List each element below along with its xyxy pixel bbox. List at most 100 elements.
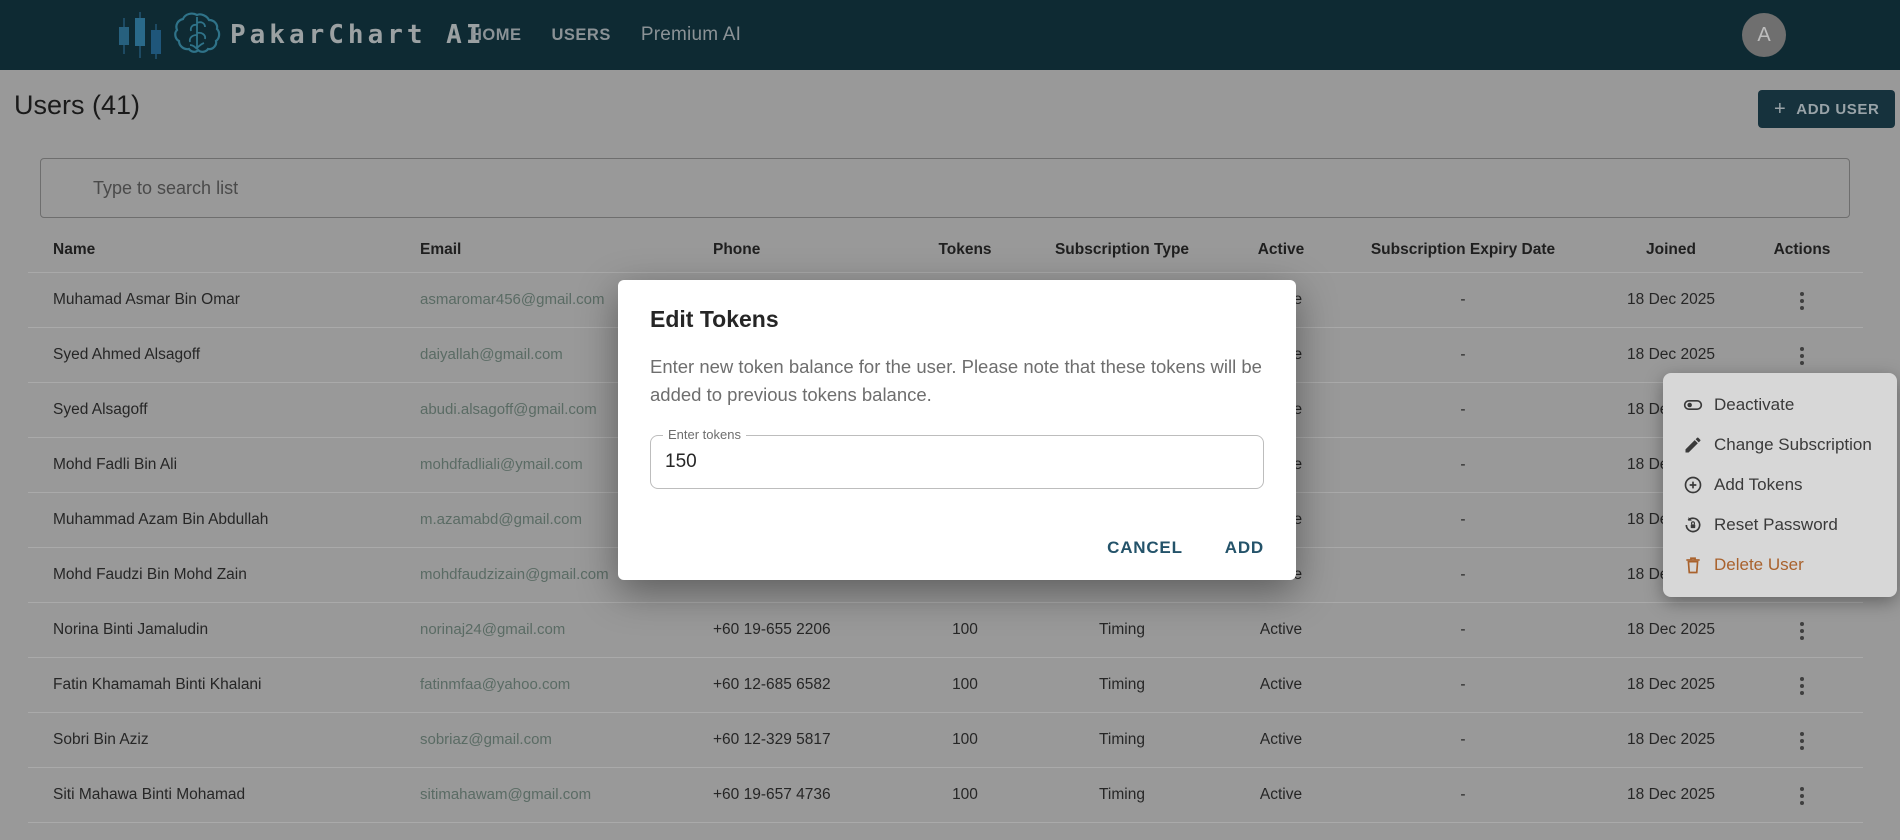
row-actions-kebab-icon[interactable] xyxy=(1794,781,1810,811)
header-joined: Joined xyxy=(1601,228,1741,272)
cell-name: Norina Binti Jamaludin xyxy=(28,602,395,657)
cell-subscription-expiry: - xyxy=(1325,492,1601,547)
tokens-field: Enter tokens xyxy=(650,435,1264,489)
candlestick-chart-icon xyxy=(116,10,168,60)
cell-subscription-expiry: - xyxy=(1325,712,1601,767)
cell-subscription-type: Timing xyxy=(1007,602,1237,657)
cell-name: Sobri Bin Aziz xyxy=(28,712,395,767)
add-button[interactable]: ADD xyxy=(1225,538,1264,558)
table-header-row: Name Email Phone Tokens Subscription Typ… xyxy=(28,228,1863,272)
edit-tokens-dialog: Edit Tokens Enter new token balance for … xyxy=(618,280,1296,580)
header-subscription-expiry: Subscription Expiry Date xyxy=(1325,228,1601,272)
trash-icon xyxy=(1683,555,1703,575)
cell-active: Active xyxy=(1237,602,1325,657)
row-actions-kebab-icon[interactable] xyxy=(1794,341,1810,371)
cell-actions xyxy=(1741,712,1863,767)
row-actions-kebab-icon[interactable] xyxy=(1794,671,1810,701)
cell-actions xyxy=(1741,272,1863,327)
cell-phone: +60 19-655 2206 xyxy=(685,602,923,657)
cell-joined: 18 Dec 2025 xyxy=(1601,602,1741,657)
cell-tokens: 100 xyxy=(923,767,1007,822)
cell-email[interactable]: norinaj24@gmail.com xyxy=(395,602,685,657)
row-actions-kebab-icon[interactable] xyxy=(1794,726,1810,756)
row-actions-menu: Deactivate Change Subscription Add Token… xyxy=(1663,373,1897,597)
plus-circle-icon xyxy=(1683,475,1703,495)
cell-subscription-type: Timing xyxy=(1007,712,1237,767)
avatar-letter: A xyxy=(1757,24,1770,47)
add-user-label: ADD USER xyxy=(1796,101,1879,118)
dialog-actions: CANCEL ADD xyxy=(1107,538,1264,558)
tokens-field-label: Enter tokens xyxy=(663,427,746,442)
cell-subscription-expiry: - xyxy=(1325,602,1601,657)
cell-subscription-expiry: - xyxy=(1325,272,1601,327)
cell-phone: +60 12-329 5817 xyxy=(685,712,923,767)
cell-name: Muhamad Asmar Bin Omar xyxy=(28,272,395,327)
menu-item-label: Change Subscription xyxy=(1714,435,1872,455)
cell-email[interactable]: fatinmfaa@yahoo.com xyxy=(395,657,685,712)
cell-name: Mohd Faudzi Bin Mohd Zain xyxy=(28,547,395,602)
cell-tokens: 100 xyxy=(923,712,1007,767)
page-title: Users (41) xyxy=(14,90,140,121)
cell-tokens: 100 xyxy=(923,602,1007,657)
tokens-input[interactable] xyxy=(651,436,1263,488)
cell-subscription-expiry: - xyxy=(1325,767,1601,822)
header-email: Email xyxy=(395,228,685,272)
cell-active: Active xyxy=(1237,712,1325,767)
menu-item-change-subscription[interactable]: Change Subscription xyxy=(1663,425,1897,465)
plus-icon: + xyxy=(1774,98,1786,121)
navbar: PakarChart AI HOME USERS Premium AI A xyxy=(0,0,1900,70)
menu-item-reset-password[interactable]: Reset Password xyxy=(1663,505,1897,545)
cell-phone: +60 19-657 4736 xyxy=(685,767,923,822)
menu-item-label: Delete User xyxy=(1714,555,1804,575)
cell-subscription-expiry: - xyxy=(1325,382,1601,437)
cell-joined: 18 Dec 2025 xyxy=(1601,657,1741,712)
menu-item-label: Add Tokens xyxy=(1714,475,1803,495)
cell-name: Siti Mahawa Binti Mohamad xyxy=(28,767,395,822)
cell-subscription-expiry: - xyxy=(1325,327,1601,382)
brand-title: PakarChart AI xyxy=(230,0,486,70)
row-actions-kebab-icon[interactable] xyxy=(1794,286,1810,316)
menu-item-label: Deactivate xyxy=(1714,395,1794,415)
table-row: Fatin Khamamah Binti Khalani fatinmfaa@y… xyxy=(28,657,1863,712)
brain-icon xyxy=(172,11,222,59)
header-active: Active xyxy=(1237,228,1325,272)
cell-joined: 18 Dec 2025 xyxy=(1601,272,1741,327)
header-name: Name xyxy=(28,228,395,272)
search-input[interactable] xyxy=(40,158,1850,218)
cell-subscription-expiry: - xyxy=(1325,437,1601,492)
cancel-button[interactable]: CANCEL xyxy=(1107,538,1183,558)
cell-subscription-expiry: - xyxy=(1325,657,1601,712)
cell-active: Active xyxy=(1237,767,1325,822)
cell-name: Syed Ahmed Alsagoff xyxy=(28,327,395,382)
cell-tokens: 100 xyxy=(923,657,1007,712)
menu-item-delete-user[interactable]: Delete User xyxy=(1663,545,1897,585)
table-row: Norina Binti Jamaludin norinaj24@gmail.c… xyxy=(28,602,1863,657)
menu-item-add-tokens[interactable]: Add Tokens xyxy=(1663,465,1897,505)
reset-password-icon xyxy=(1683,515,1703,535)
cell-name: Muhammad Azam Bin Abdullah xyxy=(28,492,395,547)
nav-link-users[interactable]: USERS xyxy=(552,26,611,45)
dialog-title: Edit Tokens xyxy=(650,306,1264,333)
menu-item-deactivate[interactable]: Deactivate xyxy=(1663,385,1897,425)
cell-email[interactable]: sobriaz@gmail.com xyxy=(395,712,685,767)
header-tokens: Tokens xyxy=(923,228,1007,272)
cell-name: Syed Alsagoff xyxy=(28,382,395,437)
cell-name: Fatin Khamamah Binti Khalani xyxy=(28,657,395,712)
cell-actions xyxy=(1741,657,1863,712)
cell-phone: +60 12-685 6582 xyxy=(685,657,923,712)
cell-actions xyxy=(1741,767,1863,822)
cell-actions xyxy=(1741,602,1863,657)
add-user-button[interactable]: + ADD USER xyxy=(1758,90,1895,128)
cell-subscription-type: Timing xyxy=(1007,657,1237,712)
nav-links: HOME USERS Premium AI xyxy=(470,0,741,70)
nav-link-premium-ai[interactable]: Premium AI xyxy=(641,24,741,46)
toggle-off-icon xyxy=(1683,395,1703,415)
cell-email[interactable]: sitimahawam@gmail.com xyxy=(395,767,685,822)
pencil-icon xyxy=(1683,435,1703,455)
nav-link-home[interactable]: HOME xyxy=(470,26,522,45)
avatar[interactable]: A xyxy=(1742,13,1786,57)
cell-subscription-type: Timing xyxy=(1007,767,1237,822)
dialog-body-text: Enter new token balance for the user. Pl… xyxy=(650,353,1264,409)
menu-item-label: Reset Password xyxy=(1714,515,1838,535)
row-actions-kebab-icon[interactable] xyxy=(1794,616,1810,646)
